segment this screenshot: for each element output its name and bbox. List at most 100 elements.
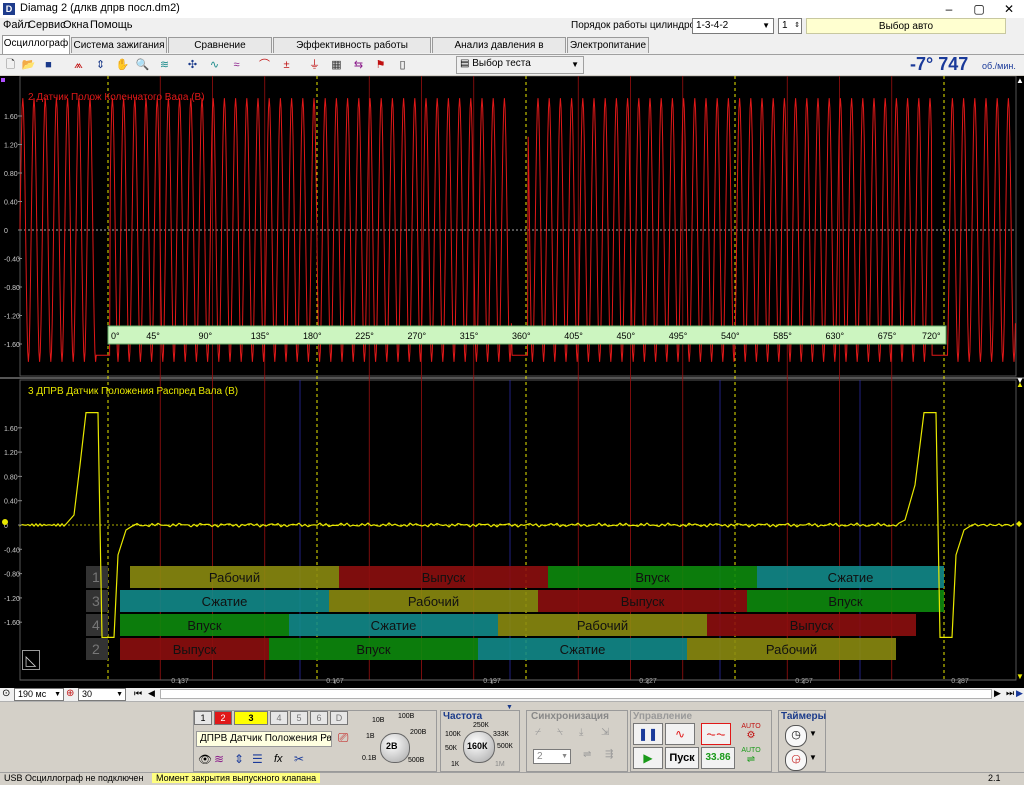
tab-oscilloscope[interactable]: Осциллограф [2, 35, 70, 54]
auto-button[interactable]: AUTO ⚙ [739, 723, 763, 745]
play-icon[interactable]: ▶ [1016, 688, 1023, 699]
timers-title: Таймеры [781, 711, 827, 722]
vertical-scale-icon[interactable]: ⇕ [234, 752, 244, 766]
ch2-ytick-label: 0.80 [4, 474, 18, 481]
frequency-group: Частота 160К 250К 100К 333К 50К 500К 1К … [440, 710, 520, 772]
arrows-icon[interactable]: ⇆ [350, 57, 367, 73]
ch1-ytick-label: 1.60 [4, 114, 18, 121]
menu-windows[interactable]: Окна [63, 19, 89, 31]
cycle-cell-label: Сжатие [560, 642, 606, 657]
lines-icon[interactable]: ☰ [252, 752, 263, 766]
filter-icon[interactable]: ⏚ [306, 57, 323, 73]
tab-ignition[interactable]: Система зажигания [71, 37, 167, 53]
select-car-button[interactable]: Выбор авто [806, 18, 1006, 34]
tab-cylinder-compare[interactable]: Сравнение цилиндров [168, 37, 272, 66]
channel-button-5[interactable]: 5 [290, 711, 308, 725]
ch2-scroll-up-icon[interactable]: ▲ [1016, 380, 1024, 389]
scroll-track[interactable] [160, 689, 992, 699]
ch2-zero-marker[interactable] [2, 519, 8, 525]
oscilloscope-display[interactable]: 0° 45° 90° 135° 180° 225° 270° 315° 360° 405° 450°… [0, 76, 1024, 688]
channel-button-1[interactable]: 1 [194, 711, 212, 725]
start-button[interactable]: Пуск [665, 747, 699, 769]
table-icon[interactable]: ▦ [328, 57, 345, 73]
ch2-level-icon[interactable]: ◆ [1016, 519, 1022, 528]
multi-wave-icon[interactable]: ≈ [228, 57, 245, 73]
sync-extra-icon[interactable]: ⇶ [605, 749, 613, 760]
voltage-label-1v: 1В [366, 733, 375, 740]
trigger-corner-icon[interactable]: ◺ [22, 650, 40, 670]
new-file-icon[interactable]: 🗋 [2, 57, 19, 73]
menu-service[interactable]: Сервис [28, 19, 66, 31]
scale-icon[interactable]: ⇕ [92, 57, 109, 73]
wave-mode-icon[interactable]: ≋ [214, 752, 224, 766]
probe-icon[interactable]: ⎚ [338, 730, 348, 746]
open-folder-icon[interactable]: 📂 [20, 57, 37, 73]
eye-icon[interactable]: 👁 [198, 753, 212, 766]
auto-icon[interactable]: ⌒ [256, 57, 273, 73]
pulse-button[interactable]: ⏦⏦ [701, 723, 731, 745]
ch2-scroll-down-icon[interactable]: ▼ [1016, 672, 1024, 681]
maximize-button[interactable]: ▢ [964, 0, 994, 18]
level-icon[interactable]: ± [278, 57, 295, 73]
play-button[interactable]: ▶ [633, 747, 663, 769]
timebase-select[interactable]: 190 мс ▼ [14, 688, 64, 701]
tab-pressure-analysis[interactable]: Анализ давления в цилиндре [432, 37, 566, 66]
freq-label-50k: 50К [445, 745, 457, 752]
scroll-up-icon[interactable]: ▲ [1016, 76, 1024, 85]
cylinder-spinner[interactable]: 1 ⇕ [778, 18, 802, 34]
timer1-icon[interactable]: ◷ [785, 725, 807, 747]
last-page-icon[interactable]: ⏭ [1006, 688, 1014, 699]
title-bar: D Diamag 2 (длкв дпрв посл.dm2) – ▢ ✕ [0, 0, 1024, 19]
close-button[interactable]: ✕ [994, 0, 1024, 18]
sine-button[interactable]: ∿ [665, 723, 695, 745]
channel-button-d[interactable]: D [330, 711, 348, 725]
function-icon[interactable]: fx [274, 753, 283, 765]
freq-label-250k: 250К [473, 722, 489, 729]
pause-button[interactable]: ❚❚ [633, 723, 663, 745]
cycle-cell-label: Сжатие [828, 570, 874, 585]
trigger-select[interactable]: 30 ▼ [78, 688, 126, 701]
ch2-ytick-label: -1.20 [4, 596, 20, 603]
wave-icon[interactable]: ∿ [206, 57, 223, 73]
channel-button-4[interactable]: 4 [270, 711, 288, 725]
channel-button-3[interactable]: 3 [234, 711, 268, 725]
sync-edge-icon[interactable]: ⇌ [583, 749, 591, 760]
sync-rise-icon[interactable]: ⌿ [535, 727, 541, 738]
first-page-icon[interactable]: ⏮ [134, 688, 142, 699]
channel-button-6[interactable]: 6 [310, 711, 328, 725]
sync-mode-icon[interactable]: ⇲ [601, 727, 609, 738]
zoom-icon[interactable]: 🔍 [134, 57, 151, 73]
test-select[interactable]: ▤ Выбор теста ▼ [456, 56, 584, 74]
more-icon[interactable]: ⋯ [320, 732, 329, 743]
channel-mode-icon[interactable]: ⩕ [70, 57, 87, 73]
sync-fall-icon[interactable]: ⍀ [557, 727, 563, 738]
timer2-menu-icon[interactable]: ▼ [809, 753, 817, 762]
stack-icon[interactable]: ≋ [156, 57, 173, 73]
timeline-scrollbar[interactable]: ⊙ 190 мс ▼ ⊕ 30 ▼ ⏮ ◀ ▶ ⏭ ▶ [0, 688, 1024, 702]
channel-button-2[interactable]: 2 [214, 711, 232, 725]
timer1-menu-icon[interactable]: ▼ [809, 729, 817, 738]
timer2-icon[interactable]: ◶ [785, 749, 807, 771]
channel-name-field[interactable]: ДПРВ Датчик Положения Рас [196, 731, 332, 747]
menu-file[interactable]: Файл [3, 19, 30, 31]
firing-order-select[interactable]: 1-3-4-2 ▼ [692, 18, 774, 34]
hand-pan-icon[interactable]: ✋ [114, 57, 131, 73]
save-icon[interactable]: ■ [40, 57, 57, 73]
next-page-icon[interactable]: ▶ [994, 688, 1001, 699]
cycle-cell-label: Рабочий [408, 594, 459, 609]
tab-power-supply[interactable]: Электропитание [567, 37, 649, 53]
page-icon[interactable]: ▯ [394, 57, 411, 73]
tab-cylinder-efficiency[interactable]: Эффективность работы цилиндров [273, 37, 431, 66]
cycle-cell-label: Впуск [828, 594, 863, 609]
sync-channel-select[interactable]: 2 ▼ [533, 749, 571, 764]
auto-sync-button[interactable]: AUTO ⇌ [739, 747, 763, 769]
menu-help[interactable]: Помощь [90, 19, 133, 31]
prev-page-icon[interactable]: ◀ [148, 688, 155, 699]
marker-icon[interactable]: ⚑ [372, 57, 389, 73]
minimize-button[interactable]: – [934, 0, 964, 18]
cursor-icon[interactable]: ✣ [184, 57, 201, 73]
sync-level-icon[interactable]: ⤓ [579, 727, 583, 738]
cycle-cell-label: Сжатие [371, 618, 417, 633]
tools-icon[interactable]: ✂ [294, 752, 304, 766]
clock-icon: ⊙ [2, 688, 11, 699]
